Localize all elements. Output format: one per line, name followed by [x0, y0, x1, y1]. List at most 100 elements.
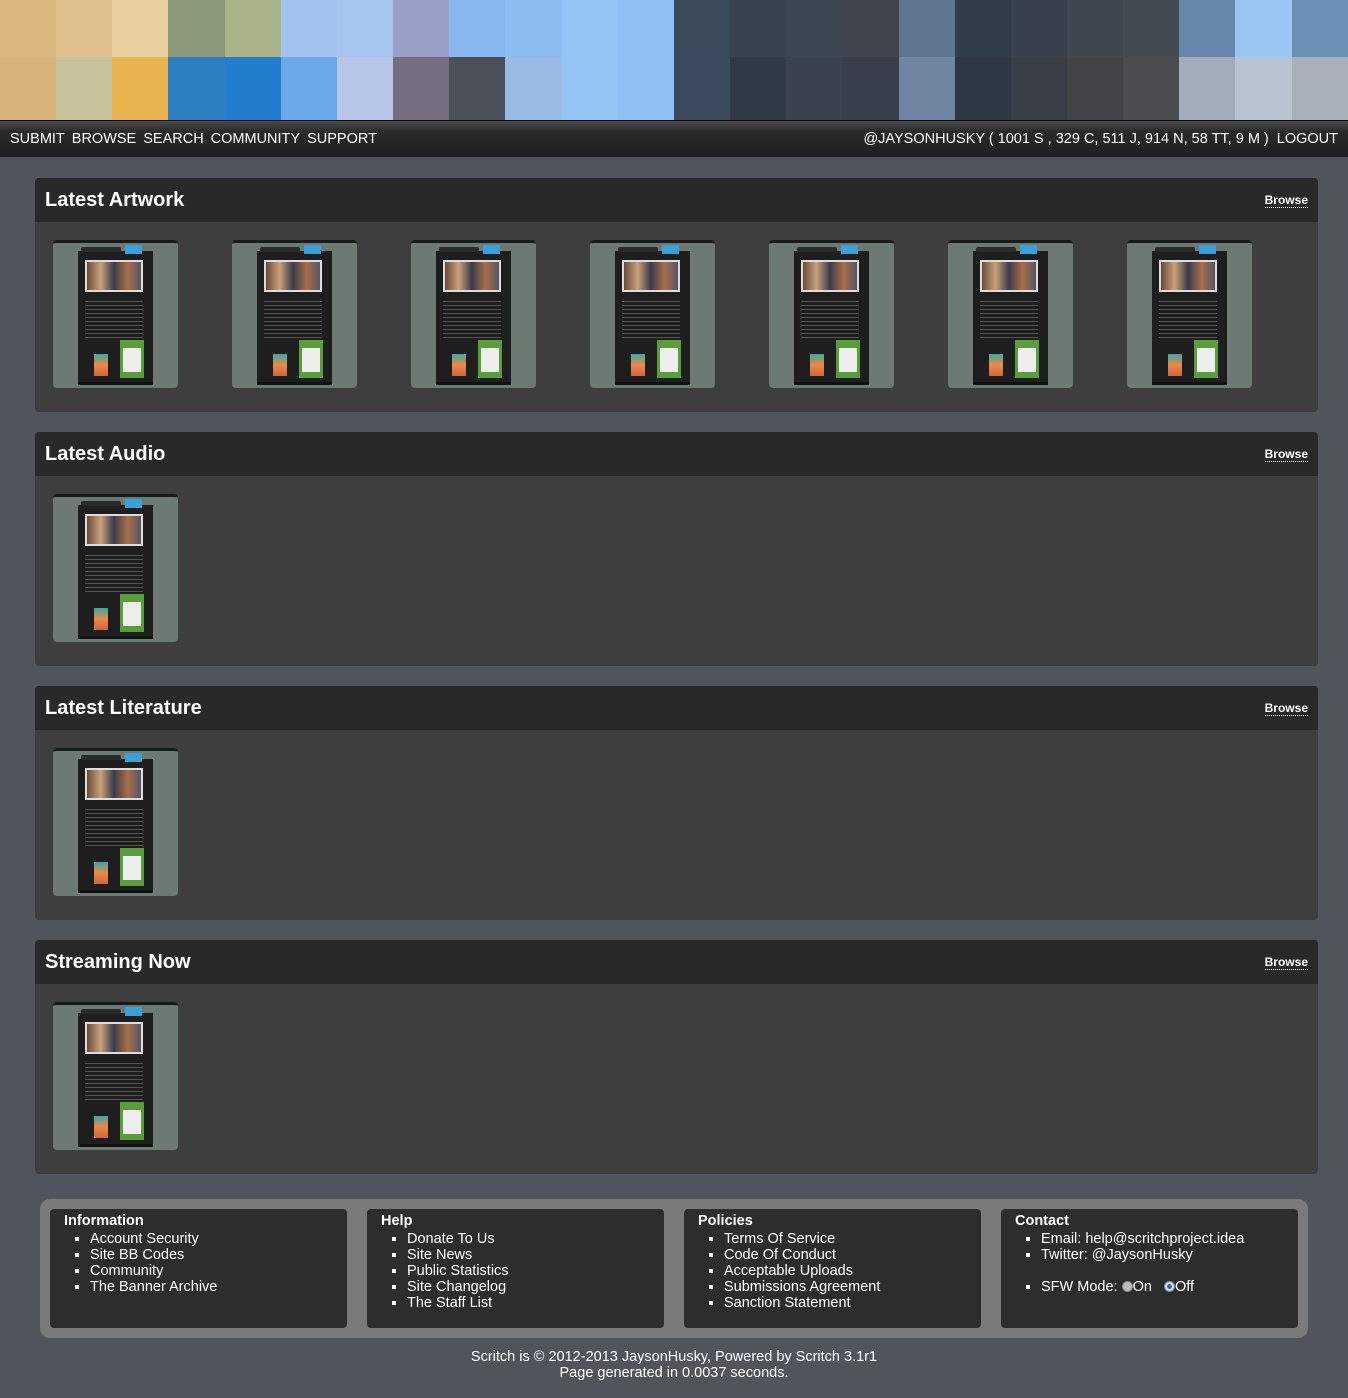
banner-pixel	[0, 57, 57, 120]
thumb-badge	[125, 245, 142, 254]
thumbnail[interactable]	[769, 240, 894, 388]
browse-link[interactable]: Browse	[1264, 193, 1308, 208]
section-latest-artwork: Latest Artwork Browse	[35, 178, 1318, 412]
thumb-logo	[81, 247, 121, 252]
sfw-label: SFW Mode:	[1041, 1279, 1118, 1295]
footer-link[interactable]: Acceptable Uploads	[724, 1263, 853, 1279]
footer-link[interactable]: The Banner Archive	[90, 1279, 217, 1295]
thumb-widget	[120, 340, 144, 378]
thumb-widget	[478, 340, 502, 378]
thumb-poster	[94, 1116, 108, 1138]
thumb-footer	[973, 382, 1048, 385]
browse-link[interactable]: Browse	[1264, 701, 1308, 716]
banner-pixel	[673, 0, 731, 57]
banner-pixel	[617, 0, 674, 57]
site-banner[interactable]	[0, 0, 1348, 120]
thumb-poster	[989, 354, 1003, 376]
thumb-poster	[94, 862, 108, 884]
thumb-badge	[1020, 245, 1037, 254]
banner-pixel	[1291, 0, 1348, 57]
footer-link[interactable]: Donate To Us	[407, 1231, 495, 1247]
footer: Information Account Security Site BB Cod…	[40, 1199, 1308, 1338]
thumb-widget	[657, 340, 681, 378]
thumb-image	[980, 260, 1038, 292]
thumbnail[interactable]	[53, 240, 178, 388]
thumb-image	[1159, 260, 1217, 292]
thumbnail[interactable]	[948, 240, 1073, 388]
contact-twitter[interactable]: Twitter: @JaysonHusky	[1041, 1247, 1193, 1263]
footer-link[interactable]: Sanction Statement	[724, 1295, 851, 1311]
thumb-footer	[794, 382, 869, 385]
thumb-badge	[125, 753, 142, 762]
nav-search[interactable]: SEARCH	[143, 131, 203, 147]
nav-submit[interactable]: SUBMIT	[10, 131, 65, 147]
footer-link[interactable]: Site BB Codes	[90, 1247, 184, 1263]
section-title: Latest Artwork	[45, 188, 185, 211]
footer-heading: Information	[64, 1213, 144, 1229]
sfw-on-radio[interactable]	[1121, 1281, 1133, 1292]
thumb-widget	[1194, 340, 1218, 378]
thumbnail[interactable]	[53, 748, 178, 896]
thumb-poster	[94, 354, 108, 376]
thumb-image	[801, 260, 859, 292]
footer-link[interactable]: Site Changelog	[407, 1279, 506, 1295]
banner-pixel	[898, 57, 955, 120]
footer-contact: Contact Email: help@scritchproject.idea …	[1001, 1209, 1298, 1328]
thumb-badge	[125, 499, 142, 508]
banner-pixel	[336, 57, 394, 120]
footer-link[interactable]: Community	[90, 1263, 163, 1279]
page-generated: Page generated in 0.0037 seconds.	[559, 1365, 789, 1381]
banner-pixel	[280, 0, 337, 57]
thumb-logo	[797, 247, 837, 252]
nav-left: SUBMIT BROWSE SEARCH COMMUNITY SUPPORT	[10, 131, 384, 147]
sfw-off-radio[interactable]	[1164, 1281, 1176, 1292]
banner-pixel	[1010, 57, 1067, 120]
contact-email[interactable]: Email: help@scritchproject.idea	[1041, 1231, 1244, 1247]
thumb-widget	[1015, 340, 1039, 378]
thumb-image	[443, 260, 501, 292]
section-header: Latest Artwork Browse	[35, 178, 1318, 222]
banner-pixel	[842, 0, 899, 57]
nav-support[interactable]: SUPPORT	[307, 131, 377, 147]
browse-link[interactable]: Browse	[1264, 955, 1308, 970]
thumb-logo	[618, 247, 658, 252]
thumb-text	[1159, 298, 1217, 338]
thumbnail[interactable]	[1127, 240, 1252, 388]
thumb-text	[980, 298, 1038, 338]
sfw-on-label[interactable]: On	[1133, 1279, 1152, 1295]
banner-pixel	[168, 57, 225, 120]
thumb-text	[264, 298, 322, 338]
banner-pixel	[56, 0, 113, 57]
banner-pixel	[393, 0, 450, 57]
banner-pixel	[561, 0, 618, 57]
footer-link[interactable]: Submissions Agreement	[724, 1279, 880, 1295]
banner-pixel	[730, 57, 787, 120]
footer-link[interactable]: Public Statistics	[407, 1263, 509, 1279]
nav-browse[interactable]: BROWSE	[72, 131, 136, 147]
banner-pixel	[336, 0, 394, 57]
footer-link[interactable]: Code Of Conduct	[724, 1247, 836, 1263]
thumb-logo	[976, 247, 1016, 252]
thumbnail[interactable]	[53, 494, 178, 642]
thumbnail[interactable]	[232, 240, 357, 388]
banner-pixel	[449, 57, 506, 120]
thumb-footer	[78, 890, 153, 893]
user-profile-link[interactable]: @JAYSONHUSKY ( 1001 S , 329 C, 511 J, 91…	[863, 131, 1268, 147]
thumb-badge	[483, 245, 500, 254]
footer-link[interactable]: The Staff List	[407, 1295, 492, 1311]
footer-link[interactable]: Account Security	[90, 1231, 199, 1247]
footer-heading: Policies	[698, 1213, 753, 1229]
banner-pixel	[1179, 57, 1236, 120]
browse-link[interactable]: Browse	[1264, 447, 1308, 462]
thumbnail[interactable]	[411, 240, 536, 388]
section-header: Latest Literature Browse	[35, 686, 1318, 730]
thumb-image	[264, 260, 322, 292]
logout-link[interactable]: LOGOUT	[1277, 131, 1338, 147]
footer-link[interactable]: Site News	[407, 1247, 472, 1263]
thumbnail[interactable]	[590, 240, 715, 388]
sfw-off-label[interactable]: Off	[1175, 1279, 1194, 1295]
thumbnail[interactable]	[53, 1002, 178, 1150]
nav-community[interactable]: COMMUNITY	[211, 131, 300, 147]
banner-pixel	[1066, 57, 1124, 120]
footer-link[interactable]: Terms Of Service	[724, 1231, 835, 1247]
